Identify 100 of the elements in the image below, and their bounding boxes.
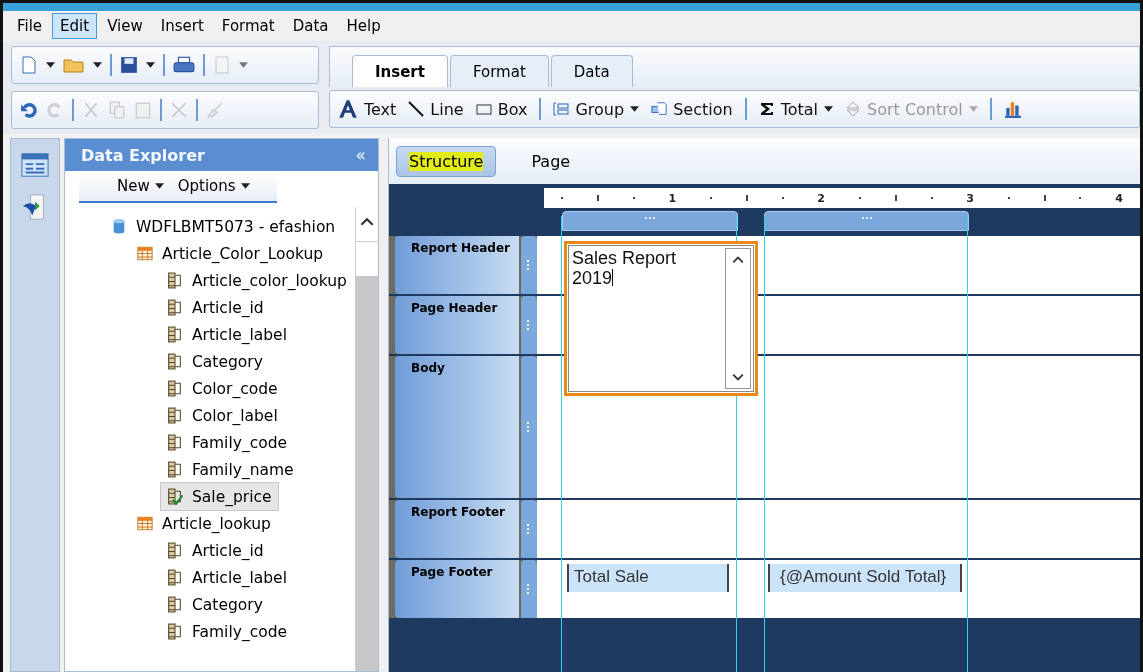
copy-icon[interactable] (108, 101, 126, 119)
menu-item[interactable]: File (9, 13, 51, 39)
tree-item[interactable]: WDFLBMT5073 - efashion (65, 213, 336, 240)
scrollbar[interactable] (725, 248, 751, 389)
printer-icon[interactable] (173, 56, 195, 74)
view-tab[interactable]: Page (518, 145, 584, 177)
menu-button[interactable]: New (117, 177, 164, 195)
tree-item[interactable]: Category (65, 348, 263, 375)
section-label[interactable]: Page Header (395, 296, 519, 354)
sigma-icon (758, 101, 775, 117)
report-field[interactable]: {@Amount Sold Total} (768, 564, 962, 592)
section-grip[interactable] (521, 296, 537, 354)
tab[interactable]: Insert (352, 55, 448, 87)
column-icon (167, 407, 183, 424)
text-box-text: Sales Report 2019 (571, 247, 678, 290)
table-icon (137, 245, 153, 262)
toolbar-button[interactable]: Total (758, 99, 833, 119)
toolbar-button[interactable]: Section (651, 99, 733, 119)
tree-item[interactable]: Article_label (65, 321, 287, 348)
column-icon (167, 542, 183, 559)
tree-item[interactable]: Article_label (65, 564, 287, 591)
report-field[interactable]: Total Sale (567, 564, 729, 592)
ruler-number: 3 (966, 191, 974, 205)
tree-item[interactable]: Article_Color_Lookup (65, 240, 324, 267)
scroll-down-icon[interactable] (732, 373, 744, 381)
diagonal-line-icon (408, 101, 425, 117)
brush-icon[interactable] (206, 101, 224, 119)
column-handle[interactable] (562, 211, 738, 231)
clipboard-icon[interactable] (134, 101, 152, 119)
menu-item[interactable]: Edit (52, 13, 98, 39)
caret-icon (154, 183, 164, 189)
undo-icon[interactable] (20, 101, 38, 119)
tree-item[interactable]: Article_lookup (65, 510, 271, 537)
section-label[interactable]: Report Footer (395, 500, 519, 558)
menu-item[interactable]: Format (213, 13, 283, 39)
column-icon (167, 434, 183, 451)
section-label[interactable]: Page Footer (395, 560, 519, 618)
bar-chart-icon[interactable] (1003, 100, 1022, 118)
caret-icon (630, 106, 640, 112)
column-icon (167, 380, 183, 397)
tab[interactable]: Data (550, 55, 633, 87)
section-grip[interactable] (521, 560, 537, 618)
section-label[interactable]: Report Header (395, 236, 519, 294)
caret-icon (240, 183, 250, 189)
column-icon (167, 569, 183, 586)
delete-icon[interactable] (170, 101, 188, 119)
menu-item[interactable]: Insert (152, 13, 212, 39)
menu-item[interactable]: View (99, 13, 151, 39)
menu-button[interactable]: Options (177, 177, 250, 195)
sort-arrows-icon (845, 101, 861, 117)
tree-item[interactable]: Color_code (65, 375, 278, 402)
column-icon (167, 596, 183, 613)
tree-item[interactable]: Color_label (65, 402, 278, 429)
section-grip[interactable] (521, 356, 537, 498)
page-icon[interactable] (213, 56, 231, 74)
scroll-up-icon[interactable] (732, 256, 744, 264)
rectangle-icon (475, 101, 492, 117)
section-grip[interactable] (521, 236, 537, 294)
ruler-number: 2 (817, 191, 825, 205)
toolbar-button[interactable]: Text (338, 99, 397, 119)
toolbar-button[interactable]: Group (553, 99, 640, 119)
letter-a-icon (338, 99, 358, 119)
ruler-number: 1 (668, 191, 677, 205)
column-icon (167, 299, 183, 316)
tree-item[interactable]: Article_color_lookup (65, 267, 347, 294)
section-label[interactable]: Body (395, 356, 519, 498)
tree-item[interactable]: Sale_price (161, 483, 278, 510)
column-icon (167, 623, 183, 640)
ruler-number: 4 (1115, 191, 1123, 205)
menu-item[interactable]: Help (338, 13, 389, 39)
caret-icon (824, 106, 833, 112)
column-icon (167, 461, 183, 478)
redo-icon[interactable] (46, 101, 64, 119)
group-icon (553, 101, 570, 117)
text-box[interactable]: Sales Report 2019 (564, 241, 758, 396)
column-icon (167, 272, 183, 289)
scissors-icon[interactable] (82, 101, 100, 119)
menu-item[interactable]: Data (284, 13, 337, 39)
new-document-icon[interactable] (20, 56, 38, 74)
column-icon (167, 326, 183, 343)
toolbar-button[interactable]: Box (475, 99, 528, 119)
tree-item[interactable]: Article_id (65, 537, 264, 564)
data-explorer-tab-icon[interactable] (21, 151, 49, 179)
caret-icon[interactable] (46, 62, 55, 68)
scrollbar[interactable] (355, 207, 378, 671)
view-tab[interactable]: Structure (396, 145, 497, 177)
tab[interactable]: Format (449, 55, 549, 87)
tree-item[interactable]: Family_code (65, 618, 287, 645)
tree-item[interactable]: Family_name (65, 456, 294, 483)
database-icon (111, 218, 127, 235)
caret-icon[interactable] (93, 62, 102, 68)
caret-icon[interactable] (146, 62, 155, 68)
tree-item[interactable]: Family_code (65, 429, 287, 456)
column-handle[interactable] (764, 211, 969, 231)
folder-icon[interactable] (63, 56, 85, 74)
toolbar-button[interactable]: Line (408, 99, 464, 119)
tree-item[interactable]: Article_id (65, 294, 264, 321)
section-grip[interactable] (521, 500, 537, 558)
tree-item[interactable]: Category (65, 591, 263, 618)
caret-icon (968, 106, 978, 112)
